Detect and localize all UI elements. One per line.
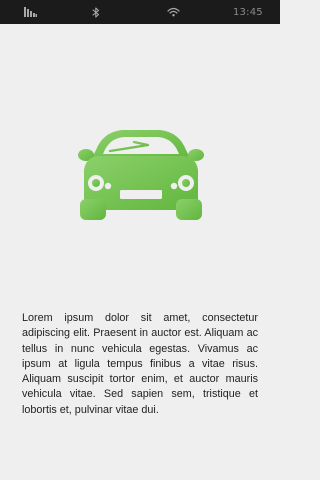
car-icon [78, 126, 204, 222]
wifi-icon [167, 0, 180, 24]
status-time: 13:45 [233, 6, 263, 18]
body-text: Lorem ipsum dolor sit amet, consectetur … [22, 312, 258, 416]
signal-icon [24, 0, 37, 24]
bluetooth-icon [92, 0, 100, 24]
status-bar: 13:45 [0, 0, 280, 24]
app-screen: 13:45 Lorem ipsum dolor sit amet, consec… [0, 0, 280, 480]
